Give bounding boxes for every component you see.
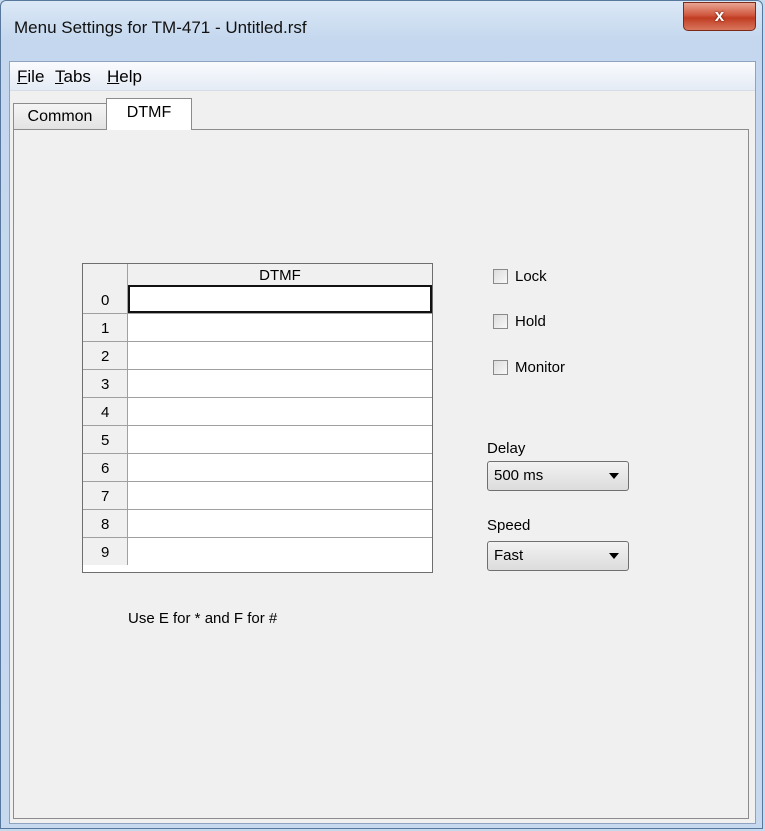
dtmf-cell[interactable]	[128, 285, 432, 313]
client-area: File Tabs Help Common DTMF DTMF 0 1 2 3 …	[9, 61, 756, 824]
delay-label: Delay	[487, 440, 526, 457]
speed-select[interactable]: Fast	[487, 541, 629, 571]
dtmf-hint-text: Use E for * and F for #	[128, 610, 278, 627]
table-row: 3	[83, 370, 432, 398]
tab-dtmf[interactable]: DTMF	[106, 98, 192, 130]
menu-tabs-accel: T	[55, 67, 64, 86]
grid-corner[interactable]	[83, 264, 128, 286]
dtmf-cell[interactable]	[128, 370, 432, 397]
menu-help-rest: elp	[119, 67, 142, 86]
row-header[interactable]: 7	[83, 482, 128, 509]
table-row: 4	[83, 398, 432, 426]
row-header[interactable]: 2	[83, 342, 128, 369]
table-row: 9	[83, 538, 432, 566]
row-header[interactable]: 8	[83, 510, 128, 537]
lock-label[interactable]: Lock	[515, 268, 547, 285]
dtmf-grid: DTMF 0 1 2 3 4 5 6 7 8 9	[82, 263, 433, 573]
grid-header: DTMF	[83, 264, 432, 287]
hold-checkbox-box[interactable]	[493, 314, 508, 329]
row-header[interactable]: 4	[83, 398, 128, 425]
hold-label[interactable]: Hold	[515, 313, 546, 330]
grid-column-header[interactable]: DTMF	[128, 264, 432, 286]
row-header[interactable]: 3	[83, 370, 128, 397]
table-row: 6	[83, 454, 432, 482]
menu-file[interactable]: File	[17, 67, 44, 87]
table-row: 1	[83, 314, 432, 342]
title-bar[interactable]: Menu Settings for TM-471 - Untitled.rsf …	[1, 1, 762, 55]
dtmf-cell[interactable]	[128, 342, 432, 369]
dtmf-cell[interactable]	[128, 398, 432, 425]
settings-window: Menu Settings for TM-471 - Untitled.rsf …	[0, 0, 763, 829]
menu-file-accel: F	[17, 67, 28, 86]
menu-file-rest: ile	[27, 67, 45, 86]
row-header[interactable]: 9	[83, 538, 128, 565]
table-row: 0	[83, 285, 432, 314]
dtmf-cell[interactable]	[128, 314, 432, 341]
dtmf-cell[interactable]	[128, 538, 432, 565]
speed-label: Speed	[487, 517, 531, 534]
dtmf-cell[interactable]	[128, 426, 432, 453]
menu-tabs[interactable]: Tabs	[55, 67, 91, 87]
delay-value: 500 ms	[494, 467, 544, 484]
row-header[interactable]: 5	[83, 426, 128, 453]
menu-help[interactable]: Help	[107, 67, 142, 87]
monitor-checkbox-box[interactable]	[493, 360, 508, 375]
monitor-label[interactable]: Monitor	[515, 359, 565, 376]
window-title: Menu Settings for TM-471 - Untitled.rsf	[14, 18, 307, 37]
dtmf-cell[interactable]	[128, 454, 432, 481]
delay-select[interactable]: 500 ms	[487, 461, 629, 491]
close-icon: x	[714, 6, 725, 25]
chevron-down-icon	[609, 553, 619, 559]
menu-bar: File Tabs Help	[10, 62, 755, 91]
menu-help-accel: H	[107, 67, 120, 86]
row-header[interactable]: 1	[83, 314, 128, 341]
table-row: 5	[83, 426, 432, 454]
row-header[interactable]: 6	[83, 454, 128, 481]
row-header[interactable]: 0	[83, 286, 128, 313]
dtmf-tab-page: DTMF 0 1 2 3 4 5 6 7 8 9 Lock Hold Monit…	[13, 129, 749, 819]
close-button[interactable]: x	[683, 2, 756, 31]
table-row: 7	[83, 482, 432, 510]
tab-common[interactable]: Common	[13, 103, 107, 129]
dtmf-cell[interactable]	[128, 510, 432, 537]
table-row: 8	[83, 510, 432, 538]
speed-value: Fast	[494, 547, 524, 564]
lock-checkbox-box[interactable]	[493, 269, 508, 284]
menu-tabs-rest: abs	[63, 67, 91, 86]
dtmf-cell[interactable]	[128, 482, 432, 509]
chevron-down-icon	[609, 473, 619, 479]
table-row: 2	[83, 342, 432, 370]
